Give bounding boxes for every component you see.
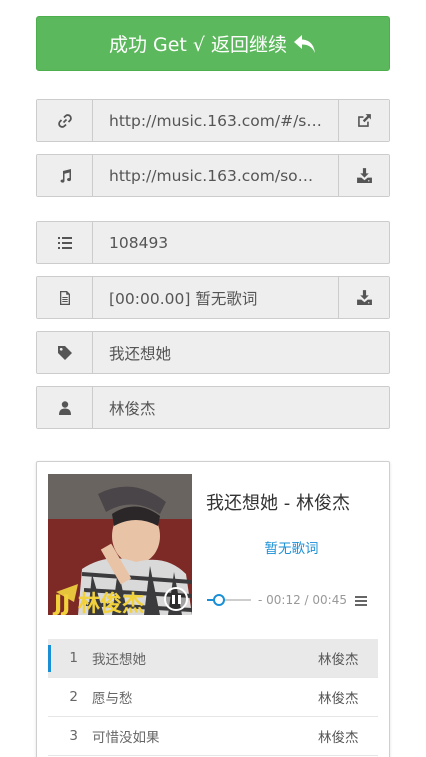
playlist-item-artist: 林俊杰 (318, 691, 359, 707)
download-icon (356, 168, 372, 183)
playlist-item[interactable]: 1 我还想她 林俊杰 (48, 639, 378, 678)
playlist-item-number: 1 (69, 650, 78, 666)
playlist-item-artist: 林俊杰 (318, 730, 359, 746)
song-name-value: 我还想她 (109, 344, 172, 363)
audio-url-value: http://music.163.com/song/media/outer/ur… (109, 166, 322, 185)
success-back-button[interactable]: 成功 Get √ 返回继续 (36, 16, 390, 71)
lyric-field[interactable]: [00:00.00] 暂无歌词 (93, 277, 338, 318)
user-icon (37, 387, 93, 428)
song-name-field[interactable]: 我还想她 (93, 332, 389, 373)
song-id-row: 108493 (36, 221, 390, 264)
playlist-item-number: 3 (69, 728, 78, 744)
list-ol-icon (37, 222, 93, 263)
share-url-row: http://music.163.com/#/song?id=108493 (36, 99, 390, 142)
playlist-item-name: 我还想她 (92, 652, 146, 668)
artist-value: 林俊杰 (109, 399, 156, 418)
playlist-item-artist: 林俊杰 (318, 652, 359, 668)
playlist-item-name: 愿与愁 (92, 691, 133, 707)
external-link-icon (357, 114, 371, 127)
song-id-field[interactable]: 108493 (93, 222, 389, 263)
progress-bar[interactable] (207, 594, 251, 606)
download-audio-button[interactable] (338, 155, 389, 196)
lyric-value: [00:00.00] 暂无歌词 (109, 289, 258, 308)
share-url-value: http://music.163.com/#/song?id=108493 (109, 111, 322, 130)
playlist-menu-icon[interactable] (355, 596, 367, 608)
artist-row: 林俊杰 (36, 386, 390, 429)
song-id-value: 108493 (109, 233, 169, 252)
share-url-field[interactable]: http://music.163.com/#/song?id=108493 (93, 100, 338, 141)
success-label: 成功 Get √ 返回继续 (108, 34, 288, 56)
playlist-item[interactable]: 3 可惜没如果 林俊杰 (48, 717, 378, 756)
music-player: JJ 林俊杰 我还想她 - 林俊杰 暂无歌词 - 00:12 / 00:45 1… (36, 461, 390, 757)
audio-url-field[interactable]: http://music.163.com/song/media/outer/ur… (93, 155, 338, 196)
download-icon (356, 290, 372, 305)
download-lyric-button[interactable] (338, 277, 389, 318)
album-cover: JJ 林俊杰 (48, 474, 192, 615)
tag-icon (37, 332, 93, 373)
song-name-row: 我还想她 (36, 331, 390, 374)
playlist-item-number: 2 (69, 689, 78, 705)
artist-field[interactable]: 林俊杰 (93, 387, 389, 428)
file-text-icon (37, 277, 93, 318)
music-icon (37, 155, 93, 196)
cover-logo: JJ 林俊杰 (52, 591, 144, 615)
lyrics-text: 暂无歌词 (264, 541, 319, 557)
playlist-item[interactable]: 2 愿与愁 林俊杰 (48, 678, 378, 717)
pause-button[interactable] (164, 587, 188, 611)
playlist: 1 我还想她 林俊杰 2 愿与愁 林俊杰 3 可惜没如果 林俊杰 (48, 639, 378, 756)
link-icon (37, 100, 93, 141)
progress-thumb[interactable] (212, 594, 225, 606)
playlist-item-name: 可惜没如果 (92, 730, 160, 746)
audio-url-row: http://music.163.com/song/media/outer/ur… (36, 154, 390, 197)
time-display: - 00:12 / 00:45 (258, 593, 347, 607)
open-link-button[interactable] (338, 100, 389, 141)
lyric-row: [00:00.00] 暂无歌词 (36, 276, 390, 319)
track-title: 我还想她 - 林俊杰 (206, 493, 350, 514)
reply-icon (294, 34, 316, 53)
